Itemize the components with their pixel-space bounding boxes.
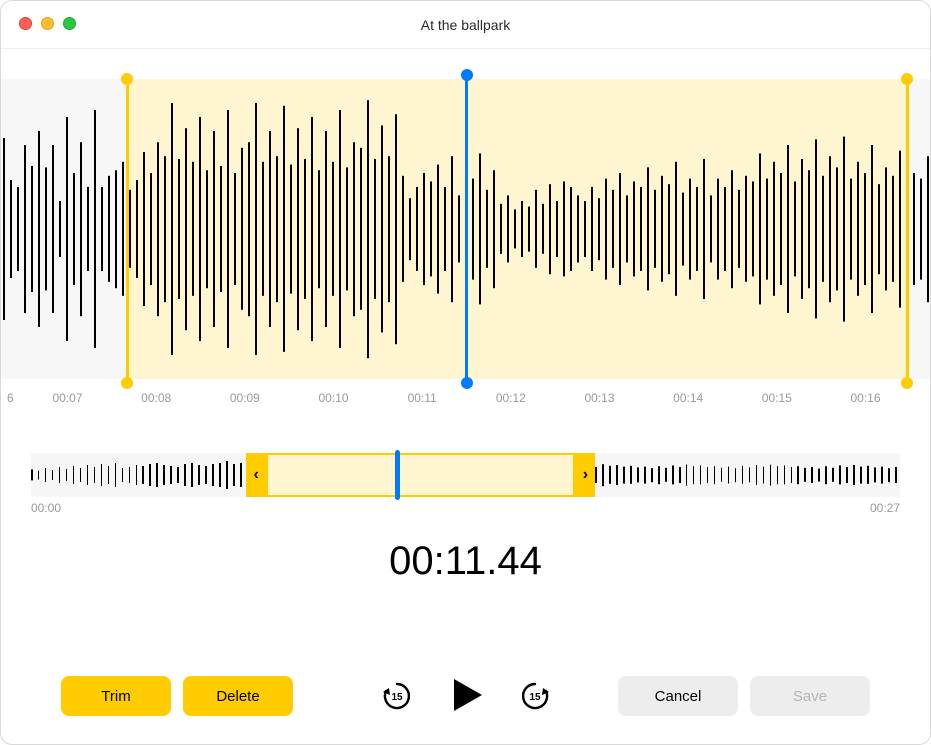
close-window-button[interactable] [19, 17, 32, 30]
save-button: Save [750, 676, 870, 716]
trim-button[interactable]: Trim [61, 676, 171, 716]
ruler-tick: 00:13 [584, 391, 614, 405]
bottom-toolbar: Trim Delete 15 15 Cancel Save [1, 676, 930, 716]
maximize-window-button[interactable] [63, 17, 76, 30]
playback-controls: 15 15 [380, 677, 552, 716]
minimize-window-button[interactable] [41, 17, 54, 30]
skip-forward-icon: 15 [518, 679, 552, 713]
overview-time-labels: 00:00 00:27 [31, 501, 900, 521]
play-icon [448, 677, 484, 713]
overview-trim-handle-end[interactable]: › [575, 453, 595, 497]
overview-playhead[interactable] [395, 450, 400, 500]
overview-trim-handle-start[interactable]: ‹ [246, 453, 266, 497]
current-time-display: 00:11.44 [1, 539, 930, 584]
skip-back-icon: 15 [380, 679, 414, 713]
skip-forward-15-button[interactable]: 15 [518, 679, 552, 713]
skip-back-15-button[interactable]: 15 [380, 679, 414, 713]
ruler-tick: 00:10 [318, 391, 348, 405]
svg-text:15: 15 [391, 692, 403, 703]
overview-waveform[interactable]: ‹ › [31, 453, 900, 497]
delete-button[interactable]: Delete [183, 676, 293, 716]
overview-selection[interactable] [266, 453, 575, 497]
play-button[interactable] [448, 677, 484, 716]
overview-end-time: 00:27 [870, 501, 900, 515]
ruler-tick: 00:08 [141, 391, 171, 405]
ruler-tick: 00:12 [496, 391, 526, 405]
svg-text:15: 15 [529, 692, 541, 703]
ruler-tick: 00:09 [230, 391, 260, 405]
cancel-button[interactable]: Cancel [618, 676, 738, 716]
ruler-tick: 00:15 [762, 391, 792, 405]
titlebar: At the ballpark [1, 1, 930, 49]
ruler-tick: 00:11 [408, 391, 437, 405]
window-title: At the ballpark [421, 17, 511, 33]
overview-start-time: 00:00 [31, 501, 61, 515]
playhead[interactable] [465, 75, 468, 383]
main-waveform[interactable] [1, 79, 930, 379]
ruler-tick: 00:16 [850, 391, 880, 405]
time-ruler: 6 00:07 00:08 00:09 00:10 00:11 00:12 00:13 00:… [1, 383, 930, 415]
ruler-tick: 00:07 [52, 391, 82, 405]
window-controls [19, 17, 76, 30]
ruler-tick: 6 [7, 391, 14, 405]
ruler-tick: 00:14 [673, 391, 703, 405]
